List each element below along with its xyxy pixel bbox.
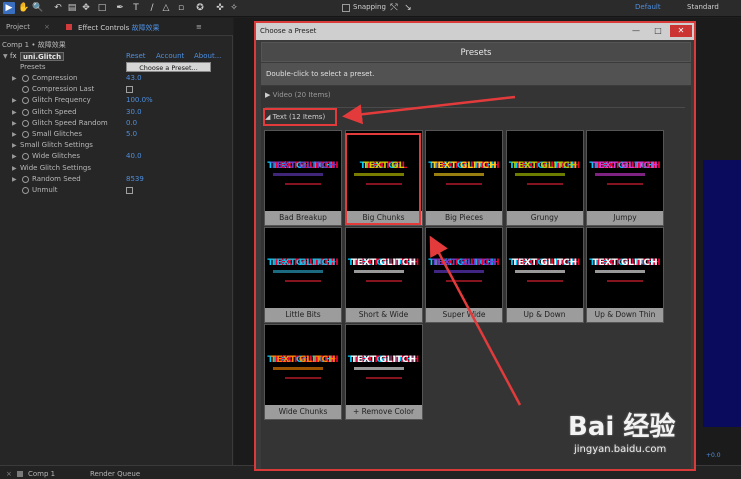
baidu-watermark: Bai 经验 jingyan.baidu.com — [568, 398, 738, 468]
arrow-to-text-category — [342, 95, 516, 125]
arrow-to-big-chunks — [429, 235, 522, 406]
watermark-logo: Bai 经验 — [568, 412, 676, 442]
watermark-url: jingyan.baidu.com — [574, 444, 667, 455]
